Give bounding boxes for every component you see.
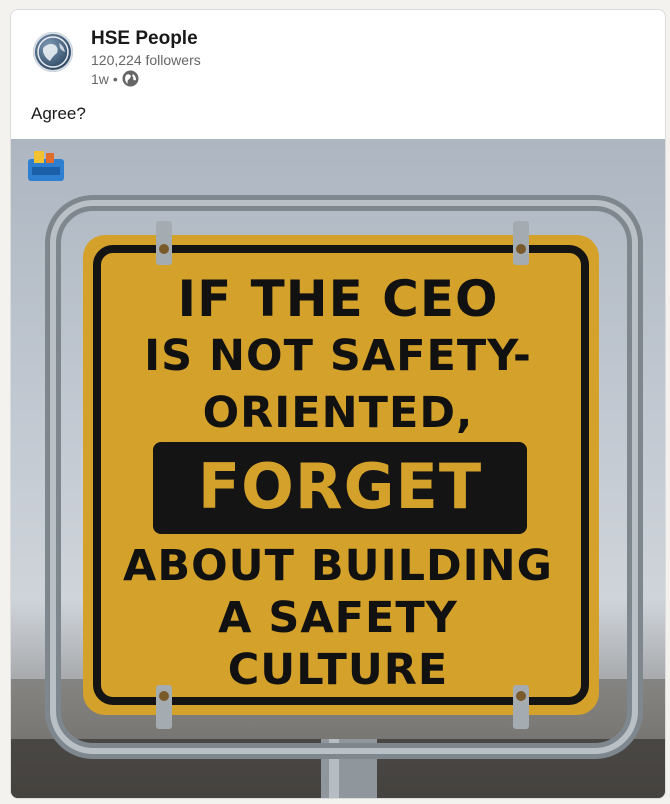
sign-line-1: IF THE CEO — [177, 270, 499, 328]
hse-logo-icon — [26, 149, 68, 183]
sign-line-7: CULTURE — [227, 645, 449, 695]
post-header: HSE People 120,224 followers 1w • — [11, 10, 665, 105]
post-meta: 1w • — [91, 70, 139, 87]
sign-line-6: A SAFETY — [218, 593, 458, 643]
post-text: Agree? — [31, 104, 86, 123]
sign-line-3: ORIENTED, — [202, 388, 474, 438]
company-avatar[interactable] — [33, 32, 73, 72]
globe-logo-icon — [37, 36, 69, 68]
follower-count: 120,224 followers — [91, 52, 201, 68]
sign-line-5: ABOUT BUILDING — [123, 541, 553, 591]
post-card: HSE People 120,224 followers 1w • Agree? — [10, 9, 666, 799]
post-time: 1w — [91, 70, 109, 87]
sign-line-2: IS NOT SAFETY- — [144, 331, 532, 381]
author-name[interactable]: HSE People — [91, 28, 198, 50]
sign-emphasis: FORGET — [197, 450, 483, 523]
meta-separator: • — [112, 70, 118, 87]
globe-icon — [122, 70, 139, 87]
post-image[interactable]: IF THE CEO IS NOT SAFETY- ORIENTED, FORG… — [11, 139, 665, 798]
